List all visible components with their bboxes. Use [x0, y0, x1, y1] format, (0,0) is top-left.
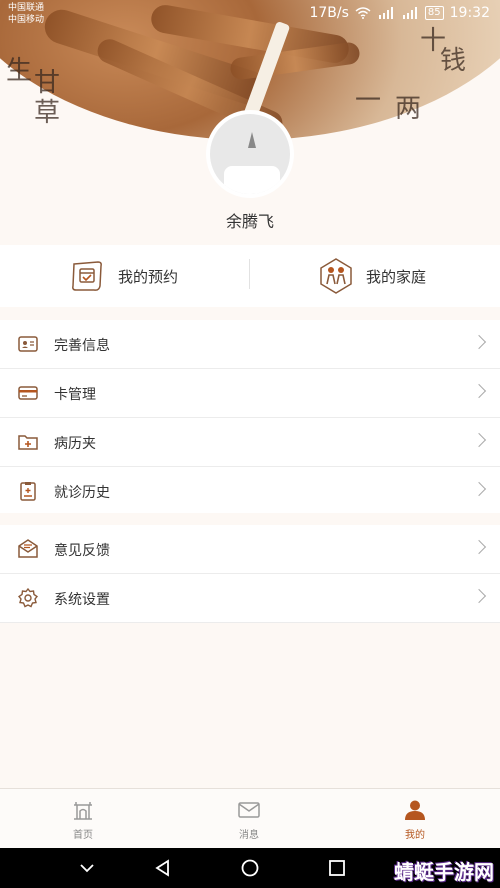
chevron-right-icon	[471, 588, 487, 604]
carrier-1: 中国联通	[8, 3, 45, 13]
clipboard-icon	[20, 482, 36, 501]
system-nav-bar: 蜻蜓手游网	[0, 848, 500, 888]
menu-item-medical-records[interactable]: 病历夹	[0, 418, 500, 467]
menu-label: 就诊历史	[54, 485, 110, 501]
status-bar: 中国联通 中国移动 17B/s 85 19:32	[0, 0, 500, 28]
watermark: 蜻蜓手游网	[394, 860, 494, 884]
mail-icon	[238, 802, 260, 818]
tab-label: 我的	[405, 830, 425, 841]
chevron-right-icon	[471, 383, 487, 399]
family-icon	[320, 258, 352, 294]
menu-item-complete-info[interactable]: 完善信息	[0, 320, 500, 369]
carrier-2: 中国移动	[8, 15, 45, 25]
medical-folder-icon	[18, 435, 38, 450]
status-right: 17B/s 85 19:32	[309, 5, 490, 21]
section-separator	[0, 513, 500, 525]
tab-label: 消息	[239, 830, 259, 841]
battery-indicator: 85	[424, 6, 444, 20]
chevron-down-icon[interactable]	[77, 858, 97, 878]
carriers: 中国联通 中国移动	[8, 2, 44, 26]
home-gate-icon	[74, 802, 92, 820]
tab-messages[interactable]: 消息	[166, 789, 332, 849]
calligraphy-char: 生	[6, 56, 33, 86]
menu-group-system: 意见反馈 系统设置	[0, 525, 500, 623]
home-circle-icon[interactable]	[240, 858, 260, 878]
menu-item-visit-history[interactable]: 就诊历史	[0, 467, 500, 516]
menu-item-feedback[interactable]: 意见反馈	[0, 525, 500, 574]
appointment-scroll-icon	[72, 261, 102, 291]
chevron-right-icon	[471, 539, 487, 555]
my-appointments-button[interactable]: 我的预约	[68, 253, 178, 299]
chevron-right-icon	[471, 432, 487, 448]
gear-icon	[18, 588, 38, 608]
back-icon[interactable]	[153, 858, 173, 878]
bottom-tab-bar: 首页 消息 我的	[0, 788, 500, 848]
calligraphy-char: 两	[395, 94, 422, 124]
avatar-placeholder-icon	[248, 132, 256, 148]
tab-label: 首页	[73, 830, 93, 841]
menu-label: 病历夹	[54, 436, 96, 452]
wifi-icon	[355, 7, 371, 19]
avatar-placeholder-body	[224, 166, 280, 194]
my-family-label: 我的家庭	[366, 267, 427, 286]
signal-icon	[378, 7, 393, 19]
my-family-button[interactable]: 我的家庭	[316, 253, 426, 299]
tab-home[interactable]: 首页	[0, 789, 166, 849]
quick-actions: 我的预约 我的家庭	[0, 245, 500, 307]
person-icon	[405, 800, 425, 820]
menu-label: 完善信息	[54, 338, 110, 354]
chevron-right-icon	[471, 334, 487, 350]
menu-label: 意见反馈	[54, 543, 110, 559]
divider	[249, 259, 250, 289]
clock: 19:32	[449, 5, 490, 21]
my-appointments-label: 我的预约	[118, 267, 179, 286]
menu-group-account: 完善信息 卡管理 病历夹 就诊历史	[0, 320, 500, 516]
signal-icon	[402, 7, 417, 19]
menu-item-card-management[interactable]: 卡管理	[0, 369, 500, 418]
calligraphy-char: 草	[34, 98, 61, 128]
menu-item-settings[interactable]: 系统设置	[0, 574, 500, 623]
tab-me[interactable]: 我的	[332, 789, 498, 849]
id-card-icon	[18, 336, 38, 352]
feedback-mail-icon	[18, 539, 38, 558]
chevron-right-icon	[471, 481, 487, 497]
user-name: 余腾飞	[225, 212, 274, 231]
menu-label: 系统设置	[54, 592, 110, 608]
avatar[interactable]	[206, 110, 294, 198]
network-speed: 17B/s	[309, 5, 349, 21]
card-icon	[18, 386, 38, 400]
recent-apps-icon[interactable]	[327, 858, 347, 878]
calligraphy-char: 一	[355, 86, 382, 116]
menu-label: 卡管理	[54, 387, 96, 403]
